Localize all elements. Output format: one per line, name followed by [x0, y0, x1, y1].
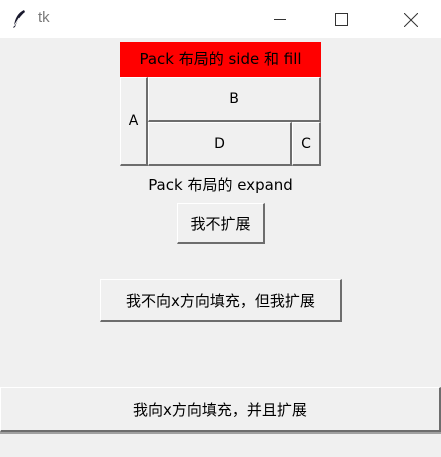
button-b[interactable]: B — [148, 77, 321, 122]
button-d[interactable]: D — [148, 122, 292, 166]
feather-icon — [10, 9, 28, 29]
expand-label: Pack 布局的 expand — [148, 176, 293, 194]
maximize-button[interactable] — [318, 0, 364, 38]
expand-no-fill-button[interactable]: 我不向x方向填充，但我扩展 — [100, 279, 342, 322]
no-expand-button[interactable]: 我不扩展 — [177, 203, 265, 244]
fill-expand-button[interactable]: 我向x方向填充，并且扩展 — [0, 387, 441, 432]
button-a[interactable]: A — [120, 77, 148, 166]
close-button[interactable] — [387, 0, 433, 38]
button-c[interactable]: C — [292, 122, 321, 166]
title-bar: tk — [0, 0, 441, 38]
minimize-icon — [274, 19, 286, 20]
minimize-button[interactable] — [257, 0, 303, 38]
close-icon — [404, 13, 418, 27]
side-fill-label: Pack 布局的 side 和 fill — [120, 42, 321, 77]
window-bottom-divider — [0, 432, 441, 434]
maximize-icon — [335, 13, 348, 26]
window-title: tk — [38, 9, 50, 26]
